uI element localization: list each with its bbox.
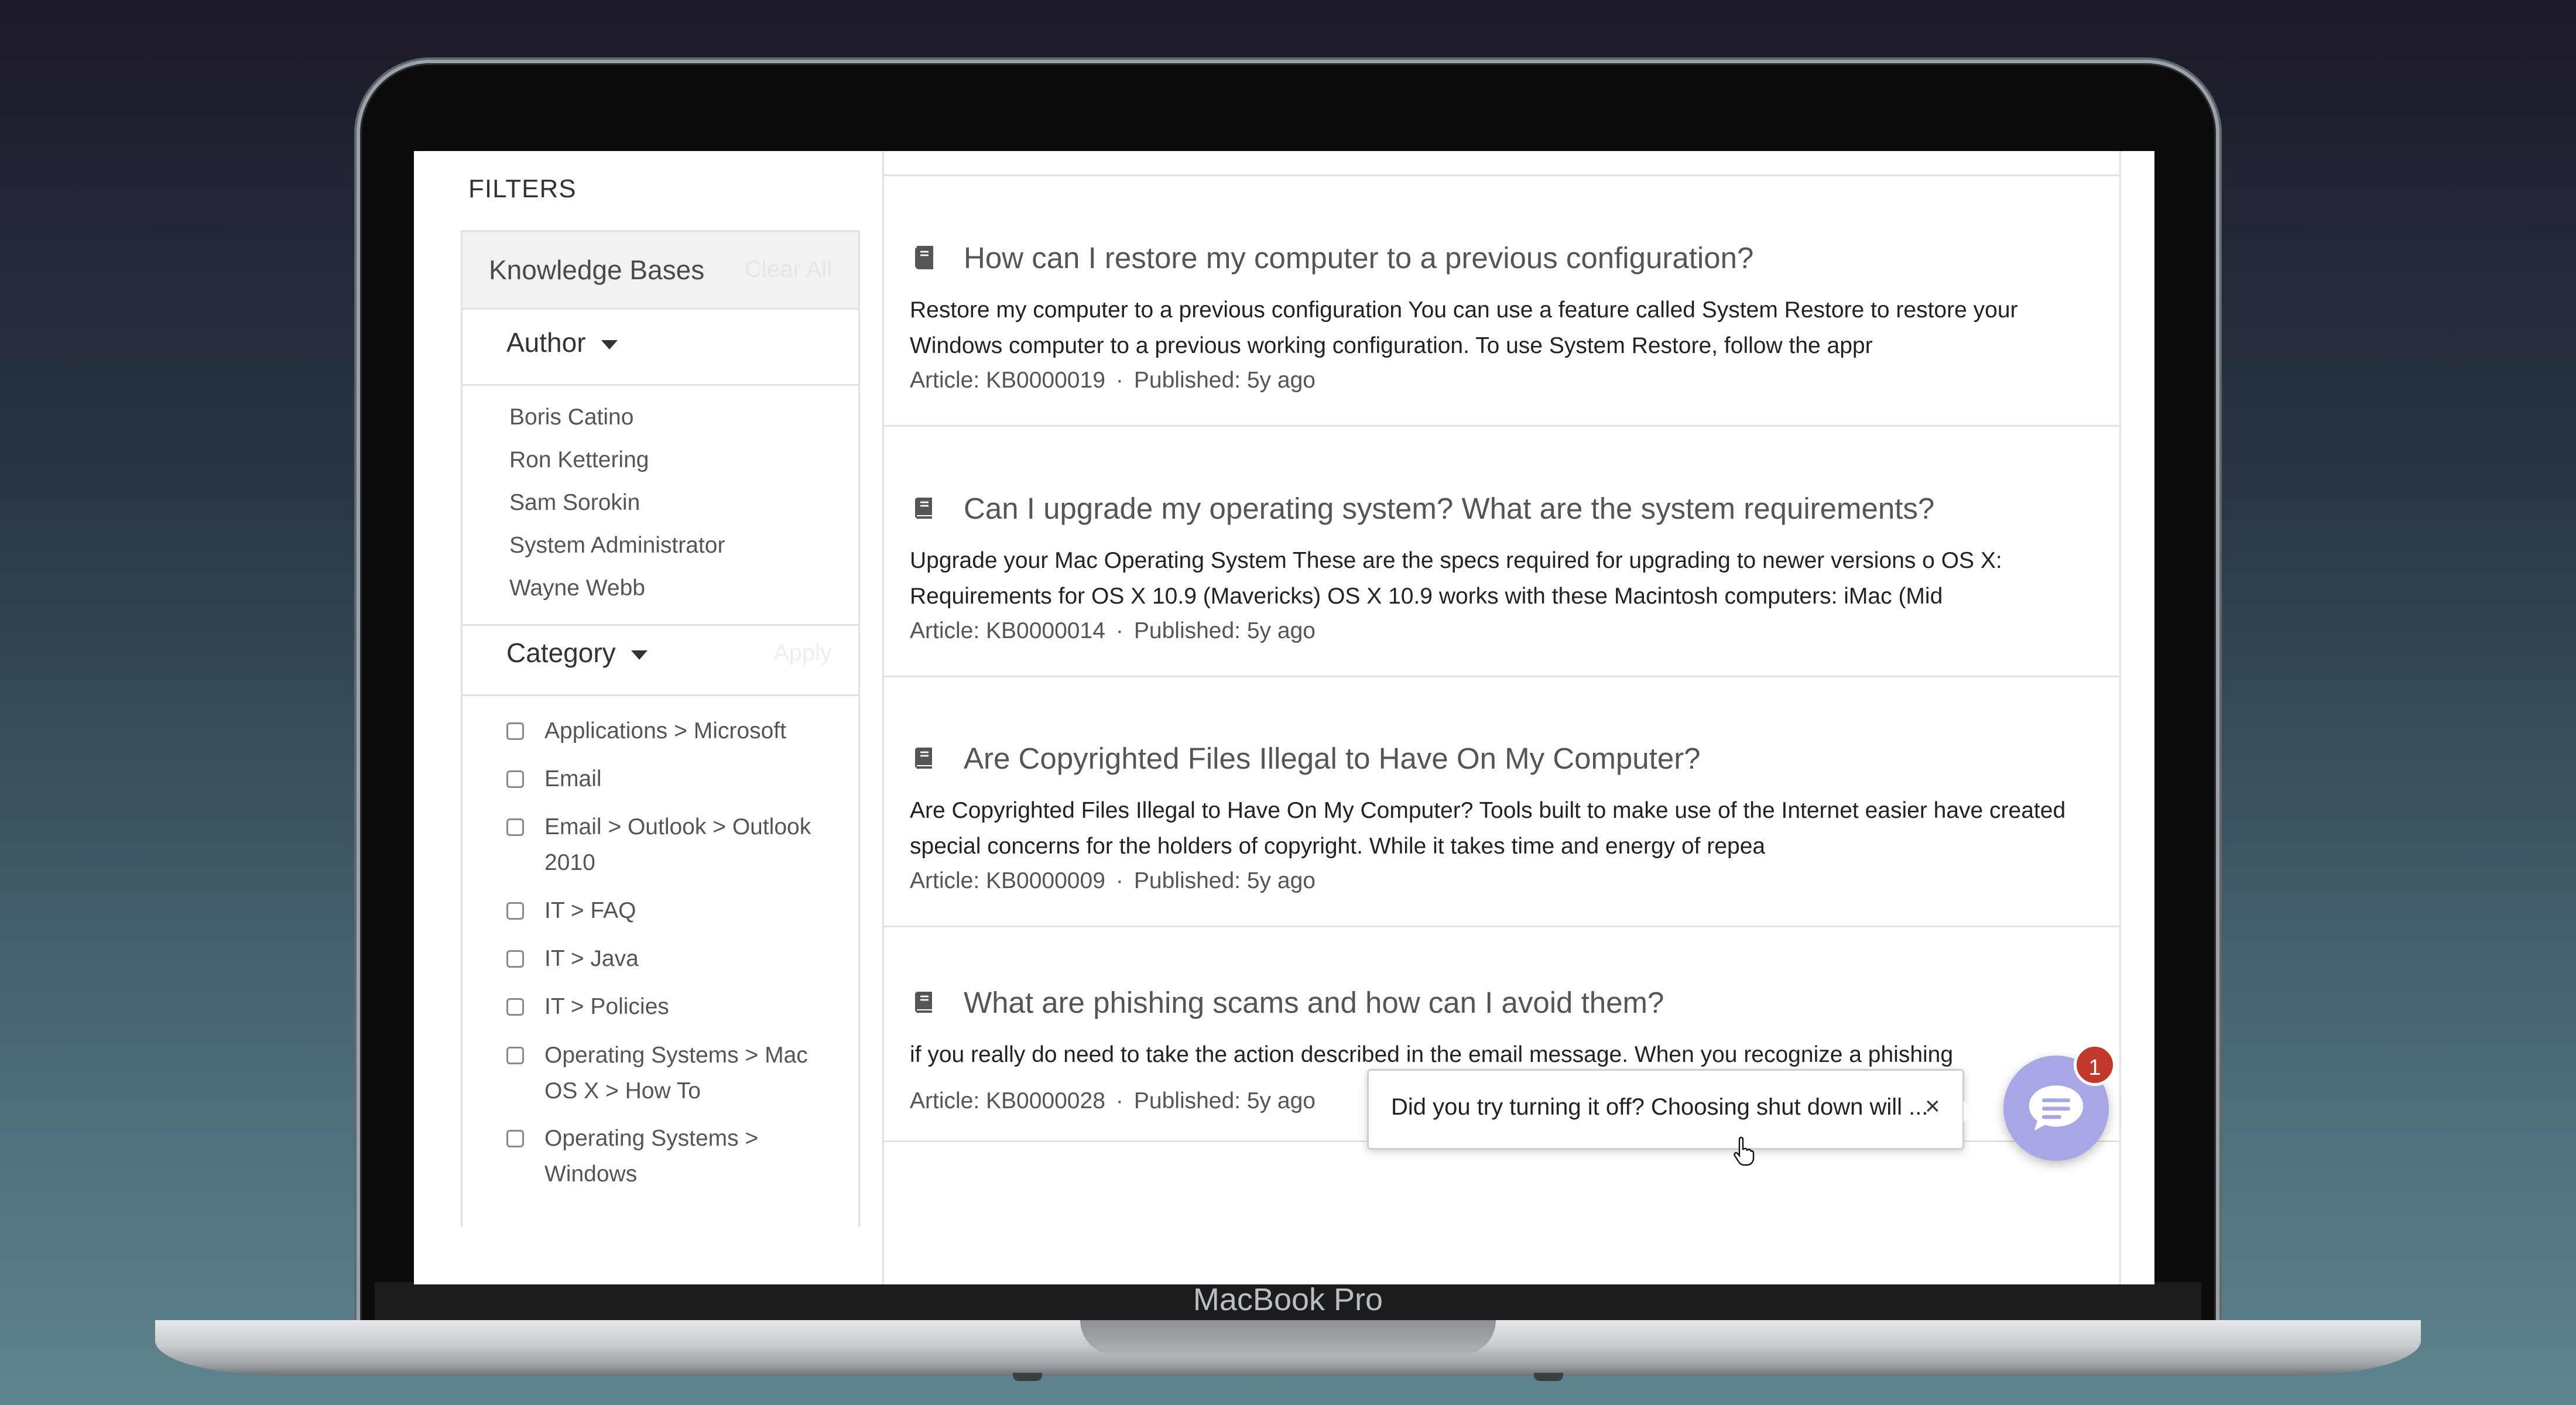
article-published: Published: 5y ago: [1133, 1088, 1316, 1113]
category-checkbox[interactable]: [506, 950, 524, 968]
article-id: Article: KB0000019: [910, 368, 1105, 393]
category-checkbox[interactable]: [506, 1047, 524, 1064]
caret-down-icon: [631, 650, 648, 660]
category-filter-toggle[interactable]: Category: [506, 637, 648, 669]
book-icon: [915, 748, 932, 769]
filter-panel: Knowledge Bases Clear All Author Boris C…: [461, 230, 860, 1227]
article-published: Published: 5y ago: [1133, 868, 1316, 893]
category-option-label: IT > Policies: [544, 994, 669, 1019]
screen: FILTERS Knowledge Bases Clear All Author…: [414, 151, 2154, 1284]
close-icon[interactable]: ×: [1925, 1092, 1940, 1121]
author-item[interactable]: Ron Kettering: [509, 447, 649, 473]
chat-icon: [2029, 1085, 2084, 1131]
category-option-label: Applications > Microsoft: [544, 718, 786, 743]
article-meta: Article: KB0000028 · Published: 5y ago: [910, 1088, 1316, 1114]
meta-separator: ·: [1115, 868, 1123, 893]
article-card[interactable]: Are Copyrighted Files Illegal to Have On…: [884, 677, 2119, 927]
category-checkbox[interactable]: [506, 902, 524, 920]
apply-button[interactable]: Apply: [773, 640, 832, 666]
category-checkbox[interactable]: [506, 818, 524, 836]
article-title-link[interactable]: What are phishing scams and how can I av…: [964, 985, 1664, 1020]
article-snippet: Upgrade your Mac Operating System These …: [910, 548, 2002, 609]
article-published: Published: 5y ago: [1133, 368, 1316, 393]
article-snippet: Restore my computer to a previous config…: [910, 297, 2018, 358]
category-option-label: Email: [544, 766, 602, 791]
caret-down-icon: [601, 340, 618, 349]
author-item[interactable]: Wayne Webb: [509, 575, 645, 601]
clear-all-button[interactable]: Clear All: [745, 256, 832, 283]
divider: [463, 694, 858, 696]
notification-badge: 1: [2074, 1044, 2116, 1086]
divider: [463, 384, 858, 386]
category-checkbox[interactable]: [506, 998, 524, 1016]
category-checkbox[interactable]: [506, 722, 524, 740]
author-label: Author: [506, 327, 586, 358]
category-option-label: Operating Systems > Mac OS X > How To: [544, 1043, 808, 1104]
hand-cursor-icon: [1734, 1136, 1755, 1166]
author-item[interactable]: System Administrator: [509, 533, 725, 558]
article-title-link[interactable]: Are Copyrighted Files Illegal to Have On…: [964, 741, 1701, 776]
laptop-foot: [1534, 1373, 1563, 1381]
meta-separator: ·: [1115, 368, 1123, 393]
article-title-link[interactable]: Can I upgrade my operating system? What …: [964, 491, 1934, 526]
bubble-tail: [1964, 1101, 1975, 1122]
knowledge-bases-header: Knowledge Bases Clear All: [463, 232, 858, 310]
category-checkbox[interactable]: [506, 770, 524, 788]
background: MacBook Pro FILTERS Knowledge Bases Clea…: [0, 0, 2576, 1405]
article-title-link[interactable]: How can I restore my computer to a previ…: [964, 241, 1753, 275]
device-brand-label: MacBook Pro: [1193, 1282, 1383, 1317]
article-meta: Article: KB0000014 · Published: 5y ago: [910, 618, 1316, 644]
author-filter-toggle[interactable]: Author: [506, 327, 618, 358]
article-id: Article: KB0000014: [910, 618, 1105, 643]
category-option-label: Operating Systems > Windows: [544, 1126, 759, 1187]
article-card[interactable]: Can I upgrade my operating system? What …: [884, 427, 2119, 677]
article-published: Published: 5y ago: [1133, 618, 1316, 643]
category-option-label: IT > FAQ: [544, 898, 636, 923]
article-id: Article: KB0000028: [910, 1088, 1105, 1113]
book-icon: [915, 498, 932, 519]
author-item[interactable]: Sam Sorokin: [509, 490, 640, 516]
book-icon: [915, 992, 932, 1013]
author-item[interactable]: Boris Catino: [509, 405, 633, 430]
laptop-notch: [1080, 1320, 1496, 1355]
book-icon: [915, 246, 933, 269]
chat-preview-bubble[interactable]: Did you try turning it off? Choosing shu…: [1367, 1069, 1975, 1150]
category-label: Category: [506, 638, 616, 668]
article-snippet: Are Copyrighted Files Illegal to Have On…: [910, 798, 2066, 859]
divider: [463, 624, 858, 626]
meta-separator: ·: [1115, 618, 1123, 643]
meta-separator: ·: [1115, 1088, 1123, 1113]
article-id: Article: KB0000009: [910, 868, 1105, 893]
category-option-label: IT > Java: [544, 946, 639, 971]
article-meta: Article: KB0000019 · Published: 5y ago: [910, 368, 1316, 393]
article-snippet: if you really do need to take the action…: [910, 1042, 1954, 1067]
category-checkbox[interactable]: [506, 1130, 524, 1147]
laptop-foot: [1013, 1373, 1042, 1381]
category-option-label: Email > Outlook > Outlook 2010: [544, 814, 811, 875]
filters-title: FILTERS: [468, 174, 577, 203]
article-meta: Article: KB0000009 · Published: 5y ago: [910, 868, 1316, 894]
knowledge-bases-label: Knowledge Bases: [489, 255, 705, 285]
article-card[interactable]: How can I restore my computer to a previ…: [884, 176, 2119, 427]
chat-preview-message[interactable]: Did you try turning it off? Choosing shu…: [1391, 1094, 1928, 1120]
